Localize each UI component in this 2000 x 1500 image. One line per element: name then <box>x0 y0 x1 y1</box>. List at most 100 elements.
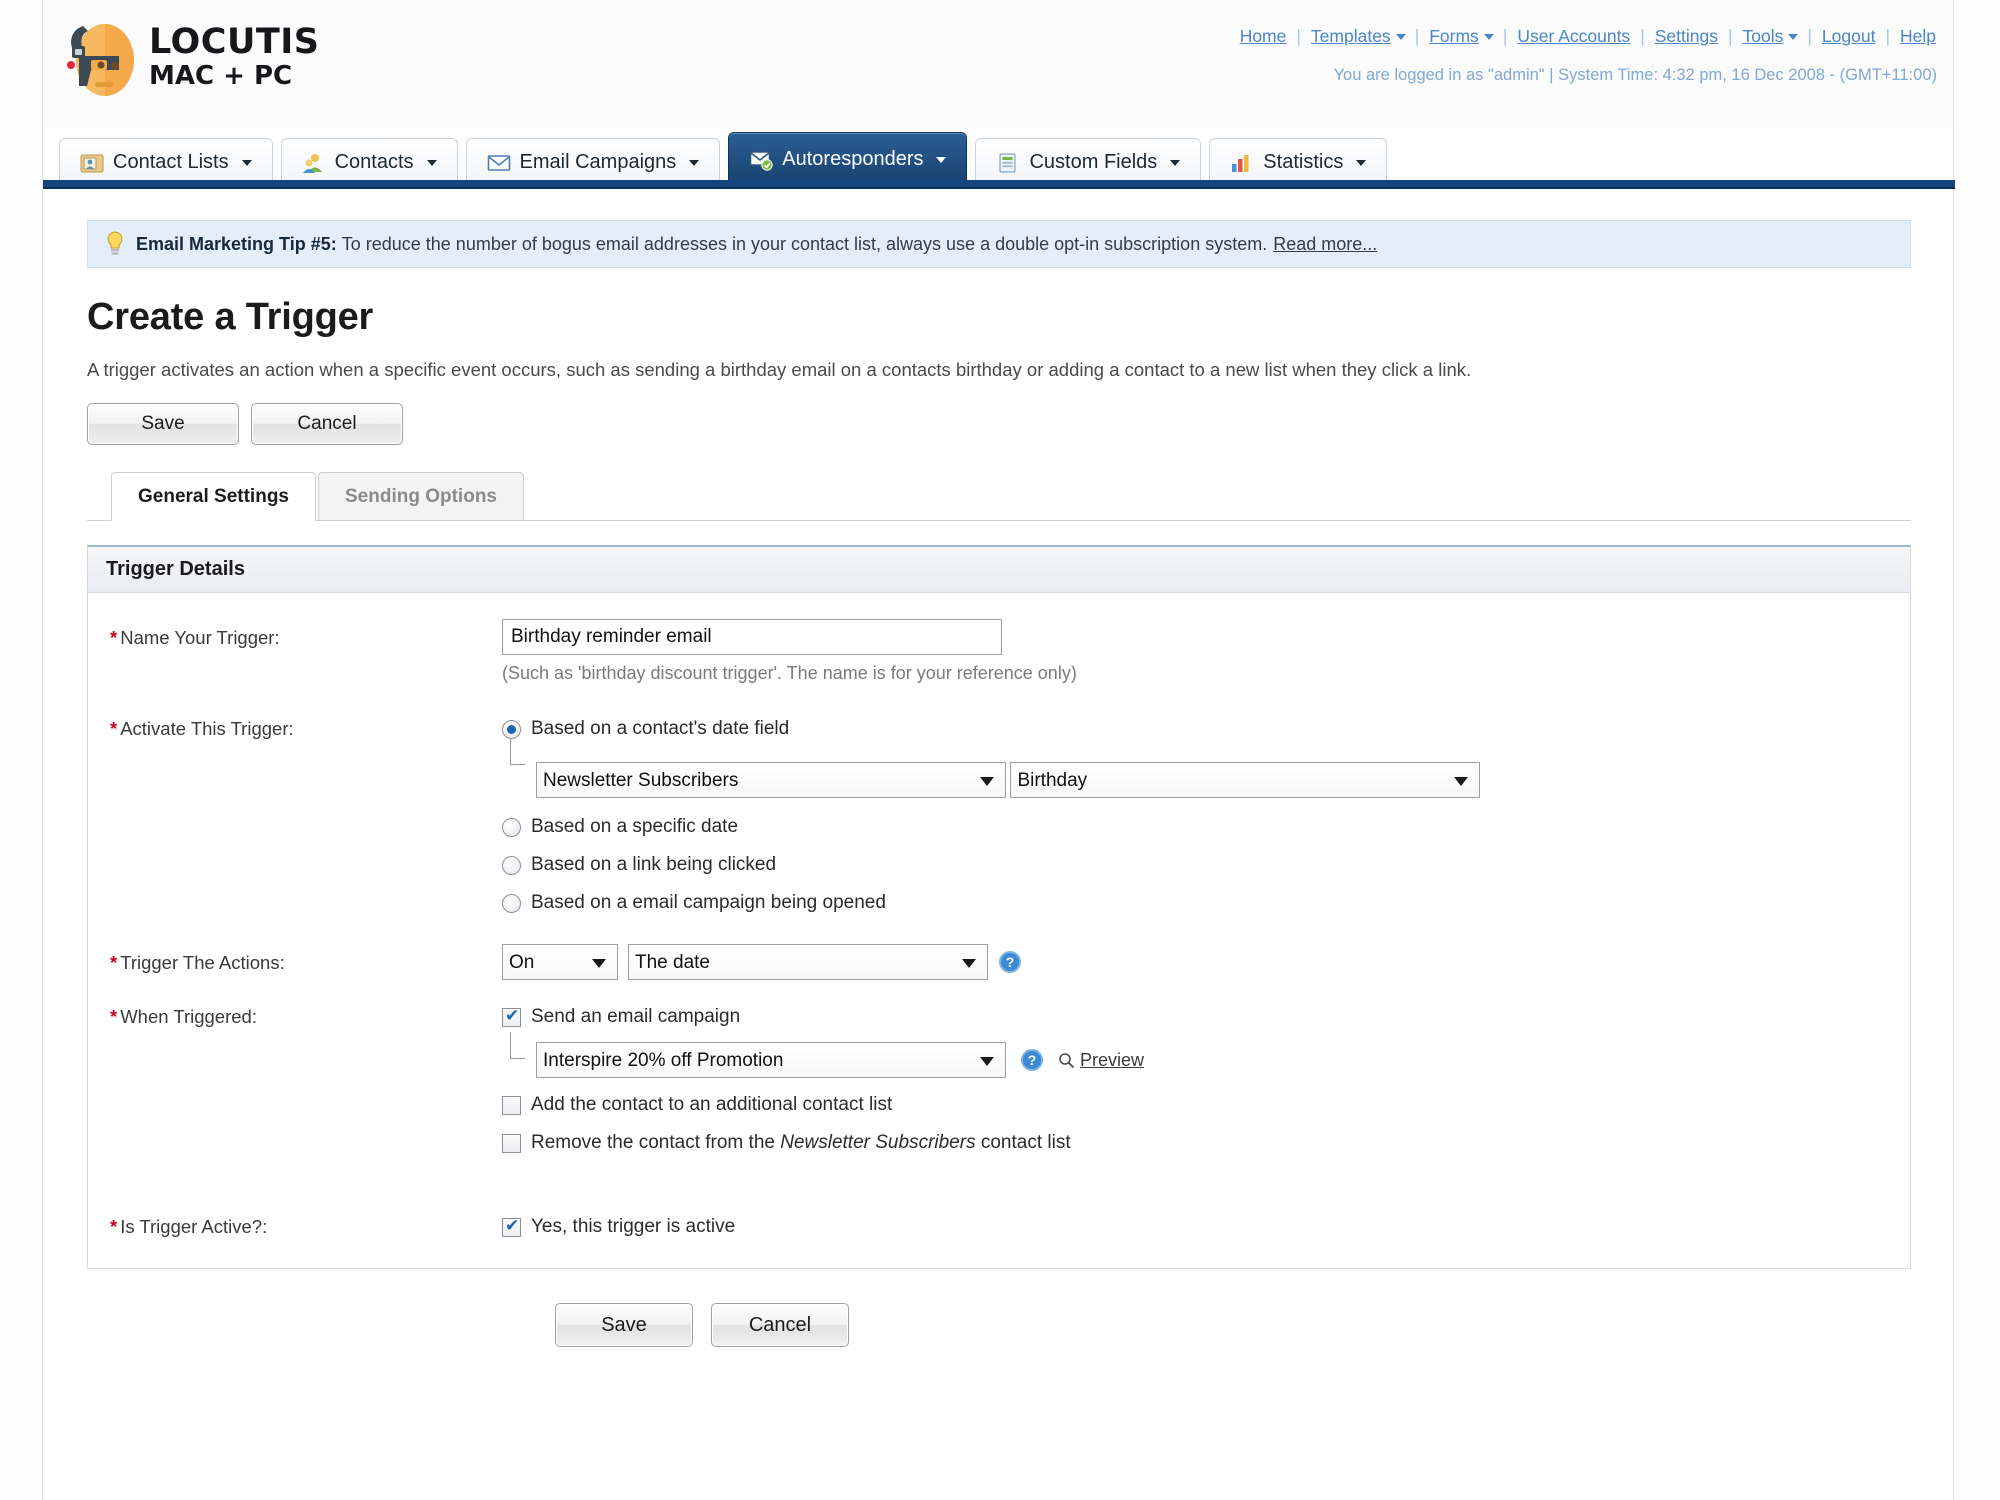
radio-button[interactable] <box>502 719 521 739</box>
contact-list-select[interactable]: Newsletter Subscribers <box>536 762 1006 798</box>
contact-list-select-wrap: Newsletter Subscribers <box>536 762 1006 798</box>
nav-link-help[interactable]: Help <box>1899 26 1937 46</box>
chevron-down-icon <box>1170 159 1181 166</box>
required-marker: * <box>110 1216 118 1237</box>
tip-read-more-link[interactable]: Read more... <box>1273 234 1377 255</box>
checkbox-row-is-active[interactable]: Yes, this trigger is active <box>502 1208 1910 1246</box>
trigger-details-panel: Trigger Details *Name Your Trigger: (Suc… <box>87 545 1911 1269</box>
brand-tagline: MAC + PC <box>149 61 293 91</box>
preview-campaign-link[interactable]: Preview <box>1058 1050 1144 1071</box>
checkbox-row-add-to-list[interactable]: Add the contact to an additional contact… <box>502 1086 1910 1124</box>
brand-name: LOCUTIS <box>149 22 320 62</box>
tab-label: Email Campaigns <box>519 151 677 173</box>
nav-separator: | <box>1807 26 1812 46</box>
label-text: Activate This Trigger: <box>120 718 294 739</box>
chevron-down-icon <box>241 159 252 166</box>
tab-contact-lists[interactable]: Contact Lists <box>59 138 273 186</box>
brand-logo[interactable]: LOCUTIS MAC + PC <box>61 16 320 98</box>
tab-label: Autoresponders <box>782 148 924 170</box>
nav-link-logout[interactable]: Logout <box>1821 26 1877 46</box>
field-row-trigger-actions: * Trigger The Actions: On The date ? <box>88 940 1910 984</box>
checkbox-add-to-list[interactable] <box>502 1095 521 1115</box>
radio-option-link-clicked[interactable]: Based on a link being clicked <box>502 846 1910 884</box>
page-title: Create a Trigger <box>87 296 374 338</box>
campaign-select-wrap: Interspire 20% off Promotion <box>536 1042 1006 1078</box>
cancel-button-top[interactable]: Cancel <box>251 403 403 445</box>
save-button-top[interactable]: Save <box>87 403 239 445</box>
checkbox-row-remove-from-list[interactable]: Remove the contact from the Newsletter S… <box>502 1124 1910 1162</box>
nav-link-tools[interactable]: Tools <box>1742 26 1785 46</box>
trigger-when-select[interactable]: On <box>502 944 618 980</box>
contacts-icon <box>302 153 322 173</box>
radio-button[interactable] <box>502 893 521 913</box>
trigger-what-select[interactable]: The date <box>628 944 988 980</box>
main-tab-bar: Contact Lists Contacts Email Campaigns A… <box>43 128 1955 186</box>
field-row-name: *Name Your Trigger: (Such as 'birthday d… <box>88 615 1910 688</box>
statistics-icon <box>1232 154 1249 172</box>
marketing-tip-bar: Email Marketing Tip #5: To reduce the nu… <box>87 220 1911 268</box>
tab-label: Statistics <box>1263 151 1344 173</box>
nav-separator: | <box>1414 26 1420 46</box>
date-field-select[interactable]: Birthday <box>1010 762 1481 798</box>
tab-autoresponders[interactable]: Autoresponders <box>728 132 968 186</box>
cancel-button-bottom[interactable]: Cancel <box>711 1303 849 1347</box>
subtab-sending-options[interactable]: Sending Options <box>318 472 524 520</box>
lightbulb-icon <box>107 231 123 255</box>
field-label-trigger-actions: * Trigger The Actions: <box>88 944 502 974</box>
chevron-down-icon <box>1788 34 1799 40</box>
panel-body: *Name Your Trigger: (Such as 'birthday d… <box>88 593 1910 1268</box>
page-description: A trigger activates an action when a spe… <box>87 359 1472 380</box>
trigger-name-input[interactable] <box>502 619 1002 655</box>
tab-custom-fields[interactable]: Custom Fields <box>975 138 1202 186</box>
help-question-icon[interactable]: ? <box>1020 1048 1044 1072</box>
radio-option-date-field[interactable]: Based on a contact's date field <box>502 710 1910 748</box>
subtab-general-settings[interactable]: General Settings <box>111 472 316 521</box>
nav-link-forms[interactable]: Forms <box>1428 26 1480 46</box>
radio-button[interactable] <box>502 817 521 837</box>
trigger-what-select-wrap: The date <box>628 944 988 980</box>
label-text: Trigger The Actions: <box>120 952 285 973</box>
app-page: LOCUTIS MAC + PC Home | Templates | Forms | Us… <box>0 0 2000 1500</box>
checkbox-label: Yes, this trigger is active <box>531 1216 736 1237</box>
chevron-down-icon <box>936 156 947 163</box>
chevron-down-icon <box>1395 34 1406 40</box>
nav-link-home[interactable]: Home <box>1239 26 1288 46</box>
tab-label: Custom Fields <box>1029 151 1158 173</box>
nav-link-user-accounts[interactable]: User Accounts <box>1516 26 1631 46</box>
tab-email-campaigns[interactable]: Email Campaigns <box>465 138 721 186</box>
radio-option-campaign-opened[interactable]: Based on a email campaign being opened <box>502 884 1910 922</box>
checkbox-remove-from-list[interactable] <box>502 1133 521 1153</box>
radio-option-specific-date[interactable]: Based on a specific date <box>502 808 1910 846</box>
nav-separator: | <box>1502 26 1508 46</box>
nav-separator: | <box>1885 26 1890 46</box>
page-content: Email Marketing Tip #5: To reduce the nu… <box>43 189 1955 1427</box>
tab-underline <box>43 180 1955 187</box>
field-row-is-active: *Is Trigger Active?: Yes, this trigger i… <box>88 1204 1910 1250</box>
label-text: Is Trigger Active?: <box>120 1216 268 1237</box>
checkbox-is-active[interactable] <box>502 1216 521 1237</box>
svg-text:?: ? <box>1028 1052 1037 1068</box>
checkbox-label: Send an email campaign <box>531 1006 741 1027</box>
field-label-name: * Name Your Trigger: <box>88 619 502 649</box>
page-frame: LOCUTIS MAC + PC Home | Templates | Forms | Us… <box>42 0 1955 1500</box>
tab-label: Contacts <box>334 151 414 173</box>
radio-label: Based on a email campaign being opened <box>531 892 886 913</box>
nav-link-settings[interactable]: Settings <box>1654 26 1719 46</box>
help-question-icon[interactable]: ? <box>998 950 1022 974</box>
tab-statistics[interactable]: Statistics <box>1209 138 1388 186</box>
checkbox-send-campaign[interactable] <box>502 1006 521 1027</box>
date-field-subcontrols: Newsletter Subscribers Birthday <box>510 738 1910 798</box>
top-action-buttons: Save Cancel <box>87 403 1911 445</box>
tab-contacts[interactable]: Contacts <box>280 138 458 186</box>
svg-text:?: ? <box>1006 954 1015 970</box>
checkbox-row-send-campaign[interactable]: Send an email campaign <box>502 998 1910 1036</box>
radio-button[interactable] <box>502 855 521 875</box>
save-button-bottom[interactable]: Save <box>555 1303 693 1347</box>
bottom-action-buttons: Save Cancel <box>555 1303 1911 1347</box>
date-field-select-wrap: Birthday <box>1010 762 1481 798</box>
chevron-down-icon <box>689 159 700 166</box>
nav-link-templates[interactable]: Templates <box>1310 26 1392 46</box>
login-status-line: You are logged in as "admin" | System Ti… <box>1333 66 1937 84</box>
label-list-name: Newsletter Subscribers <box>780 1132 976 1153</box>
campaign-select[interactable]: Interspire 20% off Promotion <box>536 1042 1006 1078</box>
